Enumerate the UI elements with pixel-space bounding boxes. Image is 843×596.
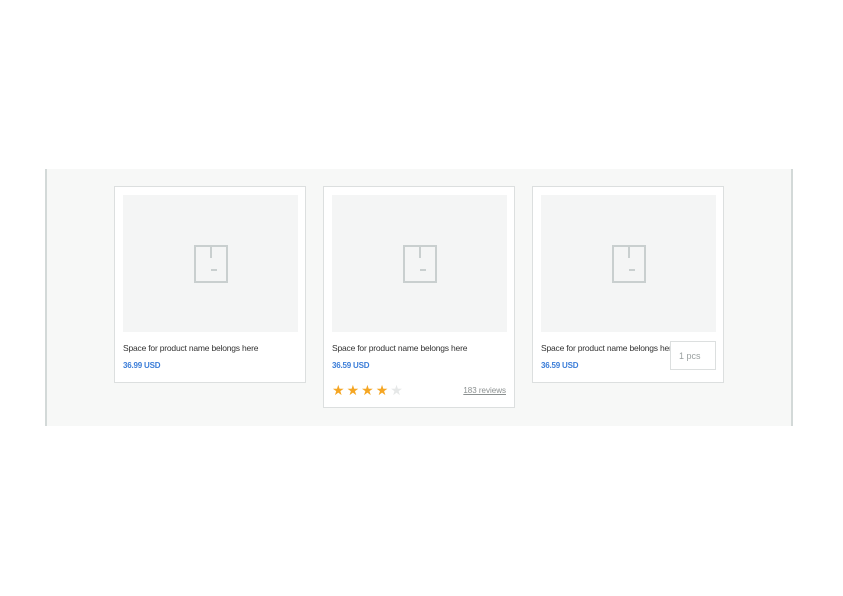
star-filled-icon: ★ — [375, 382, 389, 398]
quantity-input[interactable] — [670, 341, 716, 370]
product-name[interactable]: Space for product name belongs here — [541, 343, 676, 353]
product-price: 36.59 USD — [541, 361, 579, 370]
product-card[interactable]: Space for product name belongs here 36.5… — [532, 186, 724, 383]
product-name[interactable]: Space for product name belongs here — [332, 343, 467, 353]
package-box-icon — [402, 244, 437, 283]
star-filled-icon: ★ — [346, 382, 360, 398]
product-image-placeholder[interactable] — [541, 195, 716, 332]
star-filled-icon: ★ — [361, 382, 374, 398]
star-filled-icon: ★ — [332, 382, 345, 398]
package-box-icon — [611, 244, 646, 283]
product-price: 36.99 USD — [123, 361, 161, 370]
star-empty-icon: ★ — [390, 382, 403, 398]
product-image-placeholder[interactable] — [332, 195, 507, 332]
package-box-icon — [193, 244, 228, 283]
product-image-placeholder[interactable] — [123, 195, 298, 332]
product-price: 36.59 USD — [332, 361, 370, 370]
product-card[interactable]: Space for product name belongs here 36.5… — [323, 186, 515, 408]
product-name[interactable]: Space for product name belongs here — [123, 343, 258, 353]
reviews-link[interactable]: 183 reviews — [463, 386, 506, 395]
rating-stars: ★ ★ ★ ★ ★ — [332, 383, 403, 397]
product-card[interactable]: Space for product name belongs here 36.9… — [114, 186, 306, 383]
